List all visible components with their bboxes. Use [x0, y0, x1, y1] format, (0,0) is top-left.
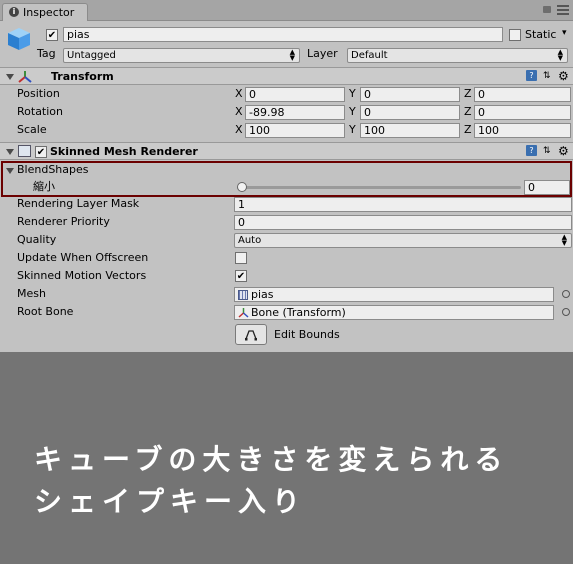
layer-value: Default	[351, 50, 388, 61]
scale-x-field[interactable]: 100	[245, 123, 345, 138]
dropdown-arrows-icon: ▲ ▼	[557, 48, 563, 62]
static-dropdown-icon[interactable]: ▾	[562, 28, 567, 38]
blendshapes-highlight: BlendShapes 縮小 0	[1, 161, 572, 197]
menu-icon[interactable]	[557, 5, 569, 15]
rotation-z-field[interactable]: 0	[474, 105, 571, 120]
motion-vectors-checkbox[interactable]: ✔	[235, 270, 247, 282]
smr-enabled-checkbox[interactable]: ✔	[35, 146, 47, 158]
foldout-icon[interactable]	[6, 168, 14, 174]
gear-icon[interactable]: ⚙	[558, 69, 569, 83]
row-label: Position	[17, 87, 60, 100]
mesh-icon	[238, 290, 248, 300]
lock-icon[interactable]	[543, 6, 551, 13]
preset-icon[interactable]: ⇅	[543, 146, 551, 156]
help-icon[interactable]: ?	[526, 145, 537, 156]
cube-icon	[8, 28, 30, 50]
renderer-priority-label: Renderer Priority	[17, 215, 110, 228]
edit-bounds-icon	[245, 330, 257, 341]
active-checkbox[interactable]: ✔	[46, 29, 58, 41]
quality-label: Quality	[17, 233, 57, 246]
renderer-priority-field[interactable]: 0	[234, 215, 572, 230]
rotation-y-field[interactable]: 0	[360, 105, 460, 120]
axis-x-label[interactable]: X	[235, 105, 243, 119]
slider-track	[237, 186, 521, 189]
object-name-field[interactable]: pias	[63, 27, 503, 42]
foldout-icon[interactable]	[6, 149, 14, 155]
axis-z-label[interactable]: Z	[464, 123, 472, 137]
info-icon: i	[9, 7, 19, 17]
transform-header[interactable]: Transform ? ⇅ ⚙	[0, 67, 573, 85]
blendshape-slider[interactable]	[237, 180, 521, 194]
transform-row: Rotation X -89.98 Y 0 Z 0	[0, 104, 573, 122]
object-picker-icon[interactable]	[562, 308, 570, 316]
update-offscreen-checkbox[interactable]	[235, 252, 247, 264]
rendering-layer-mask-label: Rendering Layer Mask	[17, 197, 140, 210]
static-label: Static	[525, 28, 557, 41]
quality-value: Auto	[238, 235, 262, 246]
scale-y-field[interactable]: 100	[360, 123, 460, 138]
transform-icon	[238, 308, 249, 318]
caption-line-1: キューブの大きさを変えられる	[34, 443, 509, 476]
tab-bar: i Inspector	[0, 0, 573, 21]
caption-line-2: シェイプキー入り	[34, 485, 307, 518]
row-label: Rotation	[17, 105, 64, 118]
row-label: Scale	[17, 123, 47, 136]
smr-header[interactable]: ✔ Skinned Mesh Renderer ? ⇅ ⚙	[0, 142, 573, 160]
tab-label: Inspector	[23, 6, 75, 19]
axis-y-label[interactable]: Y	[349, 123, 356, 137]
dropdown-arrows-icon: ▲ ▼	[289, 48, 295, 62]
motion-vectors-label: Skinned Motion Vectors	[17, 269, 147, 282]
preset-icon[interactable]: ⇅	[543, 71, 551, 81]
smr-title: Skinned Mesh Renderer	[50, 145, 198, 158]
static-checkbox[interactable]	[509, 29, 521, 41]
tag-dropdown[interactable]: Untagged ▲ ▼	[63, 48, 300, 63]
transform-row: Position X 0 Y 0 Z 0	[0, 86, 573, 104]
transform-icon	[18, 71, 32, 83]
position-z-field[interactable]: 0	[474, 87, 571, 102]
mesh-object-field[interactable]: pias	[234, 287, 554, 302]
blendshape-value-field[interactable]: 0	[524, 180, 570, 195]
update-offscreen-label: Update When Offscreen	[17, 251, 149, 264]
mesh-value: pias	[251, 288, 274, 301]
layer-label: Layer	[307, 47, 338, 60]
axis-z-label[interactable]: Z	[464, 105, 472, 119]
foldout-icon[interactable]	[6, 74, 14, 80]
axis-z-label[interactable]: Z	[464, 87, 472, 101]
dropdown-arrows-icon: ▲ ▼	[561, 233, 567, 247]
quality-dropdown[interactable]: Auto ▲ ▼	[234, 233, 572, 248]
rotation-x-field[interactable]: -89.98	[245, 105, 345, 120]
edit-bounds-button[interactable]	[235, 324, 267, 345]
axis-y-label[interactable]: Y	[349, 105, 356, 119]
axis-y-label[interactable]: Y	[349, 87, 356, 101]
tag-value: Untagged	[67, 50, 116, 61]
root-bone-object-field[interactable]: Bone (Transform)	[234, 305, 554, 320]
axis-x-label[interactable]: X	[235, 87, 243, 101]
object-picker-icon[interactable]	[562, 290, 570, 298]
rendering-layer-mask-field[interactable]: 1	[234, 197, 572, 212]
inspector-panel: ✔ pias Static ▾ Tag Untagged ▲ ▼ Layer De…	[0, 21, 573, 352]
scale-z-field[interactable]: 100	[474, 123, 571, 138]
edit-bounds-label: Edit Bounds	[274, 328, 340, 341]
blendshape-name: 縮小	[33, 180, 55, 193]
transform-row: Scale X 100 Y 100 Z 100	[0, 122, 573, 140]
mesh-label: Mesh	[17, 287, 46, 300]
root-bone-value: Bone (Transform)	[251, 306, 346, 319]
skinned-mesh-icon	[18, 145, 31, 157]
transform-title: Transform	[51, 70, 114, 83]
tag-label: Tag	[37, 47, 56, 60]
position-x-field[interactable]: 0	[245, 87, 345, 102]
gear-icon[interactable]: ⚙	[558, 144, 569, 158]
help-icon[interactable]: ?	[526, 70, 537, 81]
transform-body: Position X 0 Y 0 Z 0 Rotation X -89.98 Y…	[0, 86, 573, 140]
layer-dropdown[interactable]: Default ▲ ▼	[347, 48, 568, 63]
root-bone-label: Root Bone	[17, 305, 74, 318]
blendshapes-label[interactable]: BlendShapes	[17, 163, 89, 177]
tab-inspector[interactable]: i Inspector	[2, 3, 88, 21]
slider-thumb[interactable]	[237, 182, 247, 192]
axis-x-label[interactable]: X	[235, 123, 243, 137]
position-y-field[interactable]: 0	[360, 87, 460, 102]
